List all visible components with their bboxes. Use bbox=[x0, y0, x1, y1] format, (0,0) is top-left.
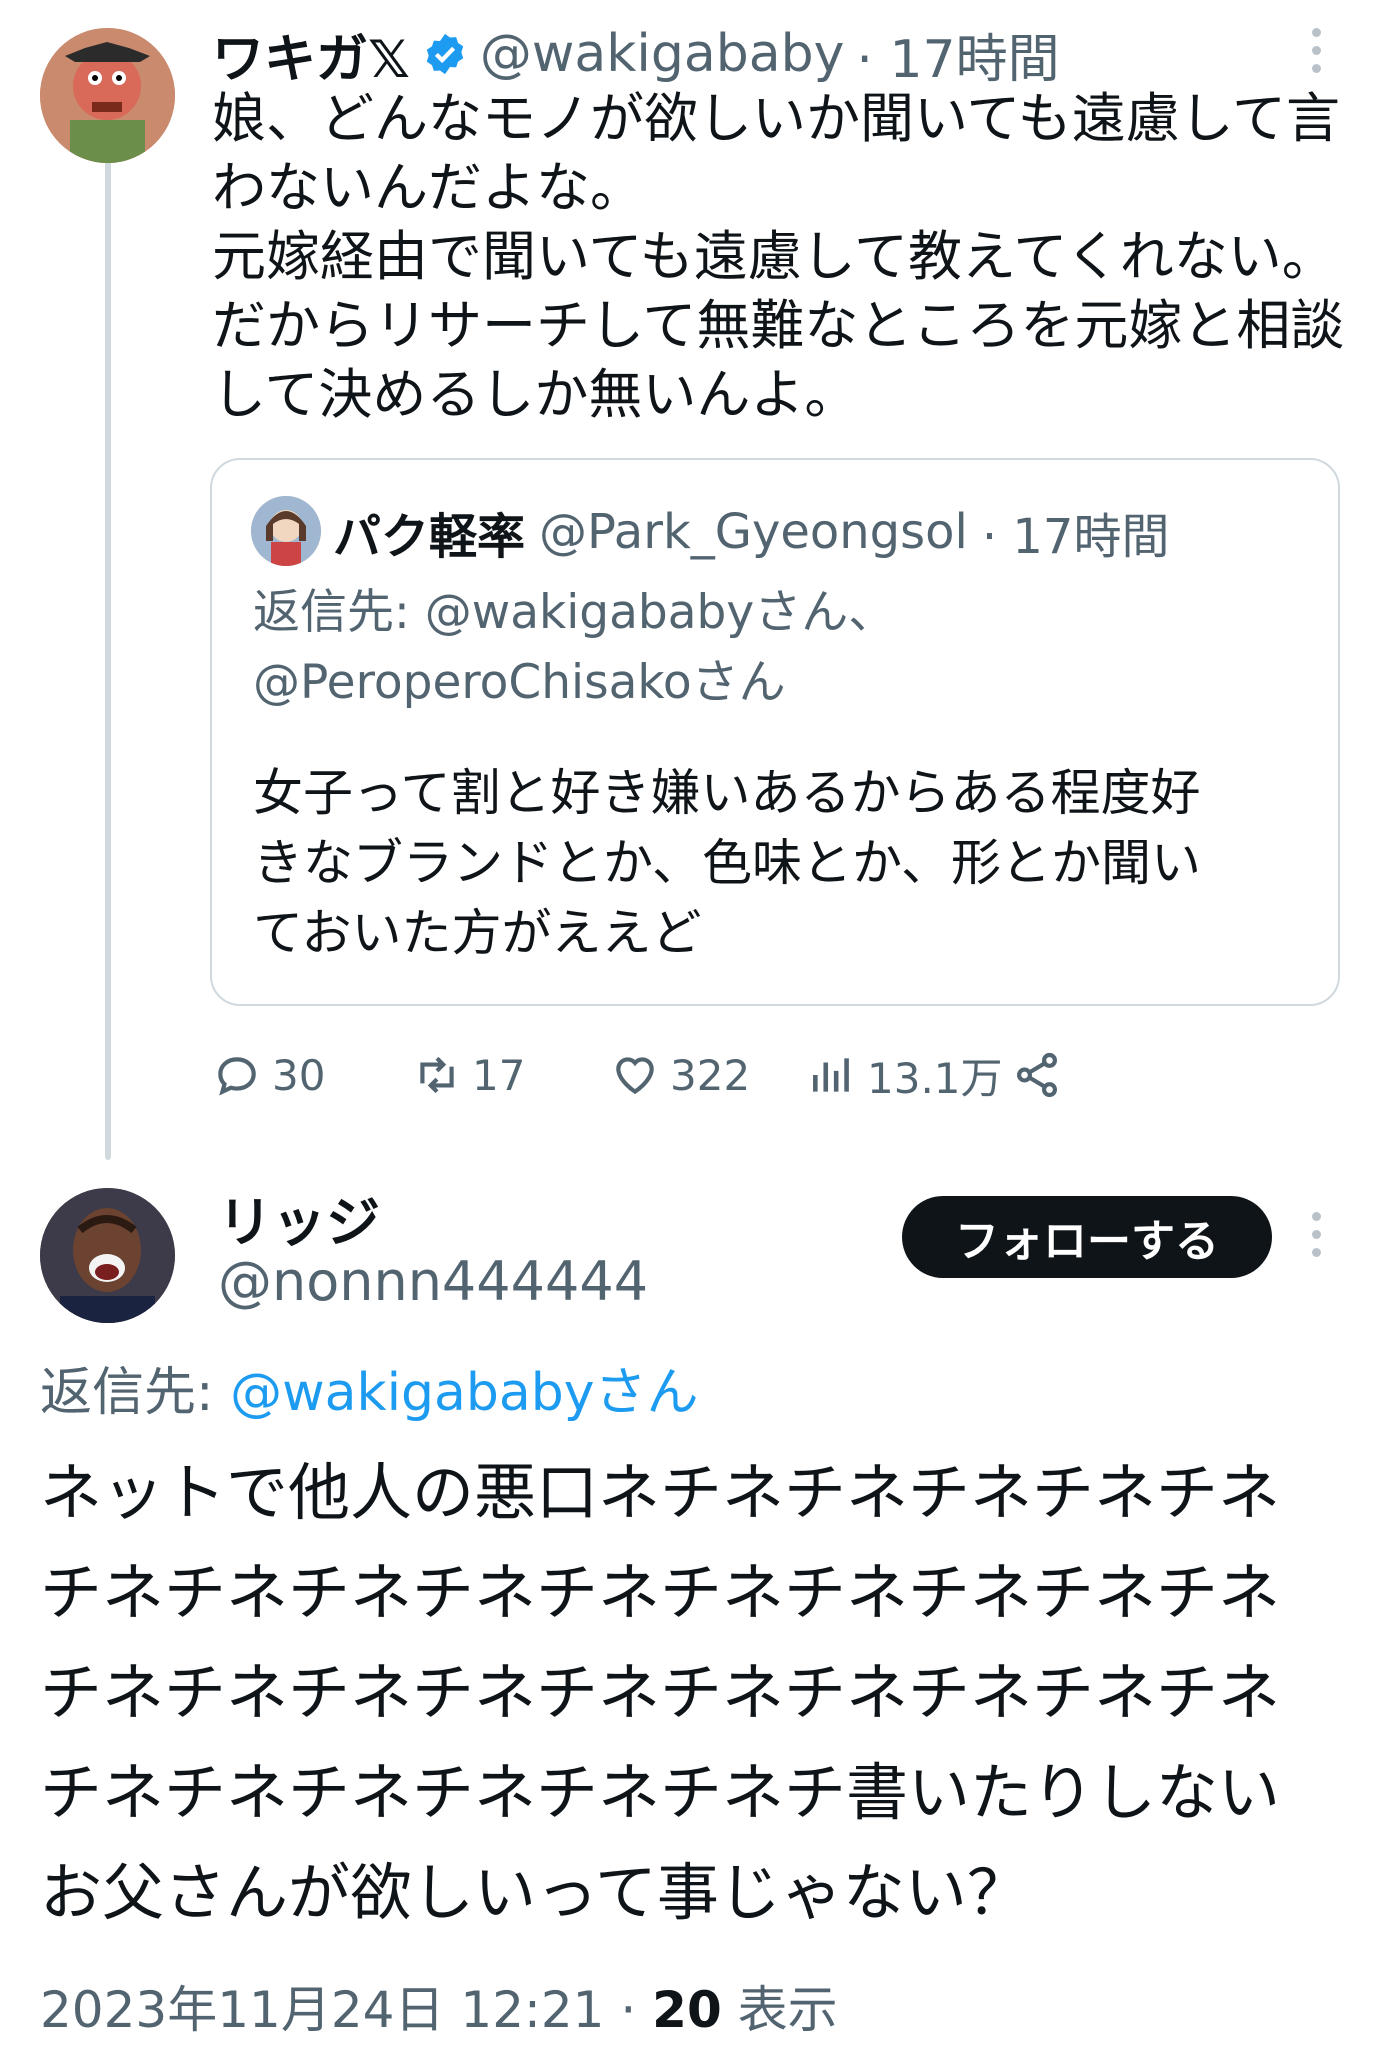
analytics-icon bbox=[813, 1058, 849, 1092]
tweet-date[interactable]: 2023年11月24日 12:21 · bbox=[40, 1981, 652, 2039]
quoted-timestamp: · 17時間 bbox=[981, 509, 1170, 565]
handle[interactable]: @wakigababy bbox=[480, 24, 844, 84]
timestamp[interactable]: · 17時間 bbox=[856, 17, 1059, 92]
handle[interactable]: @nonnn444444 bbox=[218, 1250, 648, 1313]
avatar-image bbox=[40, 1188, 175, 1323]
display-name[interactable]: リッジ bbox=[218, 1178, 380, 1257]
retweet-button[interactable]: 17 bbox=[412, 1045, 525, 1105]
tweet-text: 娘、どんなモノが欲しいか聞いても遠慮して言 わないんだよな。 元嫁経由で聞いても… bbox=[212, 87, 1345, 426]
reply-to-line: 返信先: @wakigababyさん bbox=[40, 1350, 699, 1425]
tweet-metadata: 2023年11月24日 12:21 · 20 表示 bbox=[40, 1970, 838, 2042]
views-label: 表示 bbox=[721, 1981, 838, 2039]
quoted-reply-to-line-1: 返信先: @wakigababyさん、 bbox=[253, 585, 896, 640]
tweet-text: ネットで他人の悪口ネチネチネチネチネチネ チネチネチネチネチネチネチネチネチネチ… bbox=[40, 1456, 1281, 1929]
heart-icon bbox=[616, 1057, 654, 1095]
verified-badge-icon bbox=[426, 33, 464, 75]
more-options-icon[interactable] bbox=[1306, 28, 1326, 74]
like-button[interactable]: 322 bbox=[610, 1045, 750, 1105]
follow-button[interactable]: フォローする bbox=[902, 1196, 1272, 1278]
quoted-tweet-header: パク軽率 @Park_Gyeongsol · 17時間 bbox=[333, 502, 1169, 565]
like-count: 322 bbox=[670, 1050, 751, 1100]
share-button[interactable] bbox=[1012, 1045, 1062, 1105]
tweet-header: ワキガ𝕏 @wakigababy · 17時間 bbox=[212, 22, 1060, 90]
quoted-avatar-image bbox=[251, 496, 321, 566]
display-name[interactable]: ワキガ𝕏 bbox=[212, 17, 410, 92]
views-count: 20 bbox=[652, 1981, 722, 2039]
views-button[interactable]: 13.1万 bbox=[807, 1045, 1003, 1105]
reply-button[interactable]: 30 bbox=[212, 1045, 325, 1105]
quoted-reply-to: 返信先: @wakigababyさん、 @PeroperoChisakoさん bbox=[253, 578, 1313, 718]
quoted-tweet-text: 女子って割と好き嫌いあるからある程度好 きなブランドとか、色味とか、形とか聞い … bbox=[253, 764, 1201, 962]
avatar-image bbox=[40, 28, 175, 163]
quoted-avatar bbox=[251, 496, 321, 566]
quoted-reply-to-line-2: @PeroperoChisakoさん bbox=[253, 655, 786, 710]
thread-connector-line bbox=[105, 160, 111, 1160]
quoted-display-name: パク軽率 bbox=[333, 509, 526, 565]
reply-icon bbox=[218, 1057, 256, 1096]
quoted-handle: @Park_Gyeongsol bbox=[539, 504, 968, 560]
avatar[interactable] bbox=[40, 28, 175, 163]
reply-to-prefix: 返信先: bbox=[40, 1363, 231, 1423]
reply-to-mention[interactable]: @wakigababyさん bbox=[230, 1363, 698, 1423]
more-options-icon[interactable] bbox=[1306, 1212, 1326, 1258]
tweet-action-bar: 30 17 322 13.1万 bbox=[212, 1045, 1342, 1105]
avatar[interactable] bbox=[40, 1188, 175, 1323]
retweet-count: 17 bbox=[472, 1050, 526, 1100]
retweet-icon bbox=[420, 1056, 454, 1094]
share-icon bbox=[1017, 1052, 1057, 1098]
reply-count: 30 bbox=[272, 1050, 326, 1100]
view-count: 13.1万 bbox=[867, 1053, 1003, 1103]
